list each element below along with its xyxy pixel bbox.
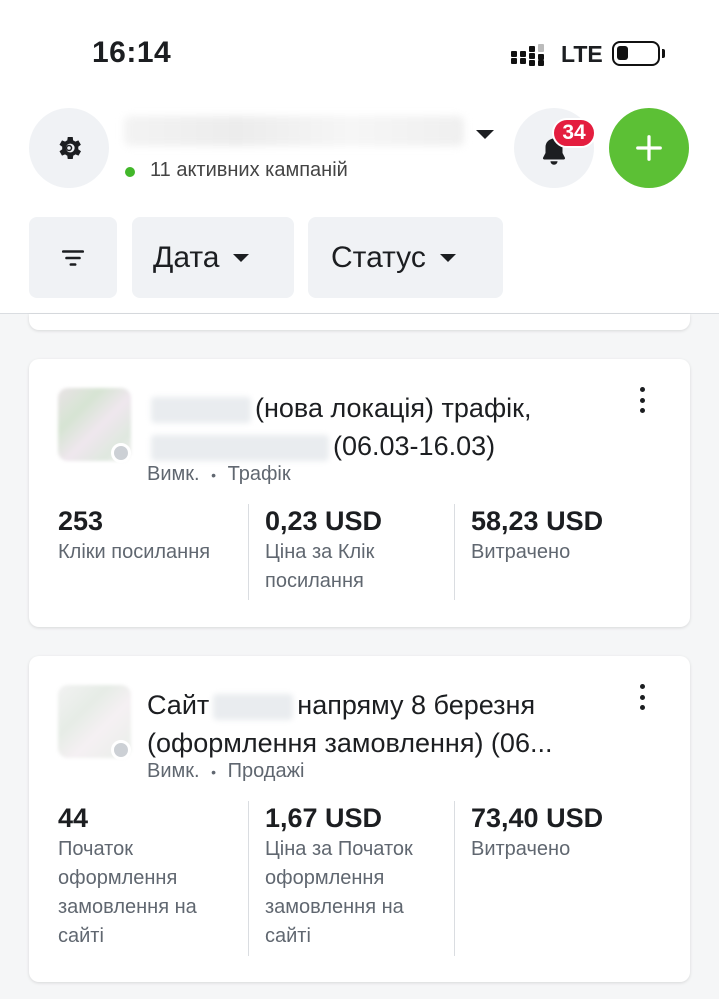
more-vertical-icon[interactable] — [632, 385, 652, 415]
metric-link-clicks: 253 Кліки посилання — [42, 504, 248, 600]
campaign-title-part: (06.03-16.03) — [333, 431, 496, 461]
campaign-status: Вимк. — [147, 760, 200, 782]
campaign-list[interactable]: (нова локація) трафік, (06.03-16.03) Вим… — [0, 314, 719, 999]
status-dot-off — [111, 443, 131, 463]
account-switcher-caret-icon[interactable] — [476, 130, 494, 139]
account-header: 11 активних кампаній 34 — [0, 100, 719, 200]
clock: 16:14 — [92, 36, 172, 69]
campaign-title-part: Сайт — [147, 690, 210, 720]
previous-campaign-card-edge[interactable] — [29, 314, 690, 330]
campaign-card[interactable]: Сайт напряму 8 березня (оформлення замовл… — [29, 656, 690, 982]
chevron-down-icon — [439, 253, 456, 262]
campaign-title[interactable]: Сайт напряму 8 березня (оформлення замовл… — [147, 686, 627, 762]
metric-checkouts-initiated: 44 Початок оформлення замовлення на сайт… — [42, 801, 248, 956]
campaign-meta: Вимк. • Продажі — [147, 760, 304, 783]
settings-icon — [59, 137, 81, 159]
filter-sort-icon — [61, 249, 85, 266]
status-dot-off — [111, 740, 131, 760]
status-bar: 16:14 LTE — [0, 0, 719, 100]
metric-cost-per-click: 0,23 USD Ціна за Клік посилання — [248, 504, 454, 600]
active-campaigns-count: 11 активних кампаній — [150, 159, 348, 181]
metric-value: 0,23 USD — [265, 506, 383, 536]
date-filter-label: Дата — [153, 240, 220, 274]
metric-label: Кліки посилання — [58, 541, 211, 563]
meta-separator: • — [211, 466, 217, 483]
battery-nub — [662, 49, 665, 58]
campaign-title-part: (оформлення замовлення) (06... — [147, 728, 553, 758]
metric-label: Початок оформлення замовлення на сайті — [58, 838, 197, 947]
metric-label: Ціна за Початок оформлення замовлення на… — [265, 838, 413, 947]
metric-value: 58,23 USD — [471, 506, 604, 536]
metric-label: Витрачено — [471, 541, 571, 563]
campaign-title-part: напряму 8 березня — [297, 690, 536, 720]
redacted-text — [151, 396, 251, 423]
notification-badge: 34 — [552, 118, 596, 148]
campaign-meta: Вимк. • Трафік — [147, 463, 291, 486]
sort-filter-button[interactable] — [29, 217, 117, 298]
campaign-objective: Продажі — [227, 760, 305, 782]
metric-value: 253 — [58, 506, 104, 536]
plus-icon — [636, 135, 662, 161]
battery-icon — [612, 41, 660, 66]
signal-icon — [511, 44, 547, 66]
status-filter-dropdown[interactable]: Статус — [308, 217, 503, 298]
campaign-objective: Трафік — [227, 463, 291, 485]
metric-value: 1,67 USD — [265, 803, 383, 833]
metric-value: 44 — [58, 803, 89, 833]
create-campaign-button[interactable] — [609, 108, 689, 188]
redacted-text — [213, 693, 294, 720]
metric-value: 73,40 USD — [471, 803, 604, 833]
redacted-text — [151, 434, 329, 461]
campaign-title-part: (нова локація) трафік, — [255, 393, 532, 423]
metric-amount-spent: 58,23 USD Витрачено — [454, 504, 660, 600]
metric-cost-per-checkout: 1,67 USD Ціна за Початок оформлення замо… — [248, 801, 454, 956]
campaign-card[interactable]: (нова локація) трафік, (06.03-16.03) Вим… — [29, 359, 690, 627]
campaign-title[interactable]: (нова локація) трафік, (06.03-16.03) — [147, 389, 627, 465]
more-vertical-icon[interactable] — [632, 682, 652, 712]
active-status-dot — [125, 167, 135, 177]
chevron-down-icon — [233, 253, 250, 262]
date-filter-dropdown[interactable]: Дата — [132, 217, 294, 298]
meta-separator: • — [211, 763, 217, 780]
metric-label: Ціна за Клік посилання — [265, 541, 375, 592]
campaign-status: Вимк. — [147, 463, 200, 485]
network-type: LTE — [561, 41, 603, 67]
filter-bar: Дата Статус — [0, 217, 719, 299]
account-name-redacted[interactable] — [124, 116, 464, 146]
settings-button[interactable] — [29, 108, 109, 188]
status-filter-label: Статус — [331, 240, 426, 274]
metric-amount-spent: 73,40 USD Витрачено — [454, 801, 660, 956]
metric-label: Витрачено — [471, 838, 571, 860]
